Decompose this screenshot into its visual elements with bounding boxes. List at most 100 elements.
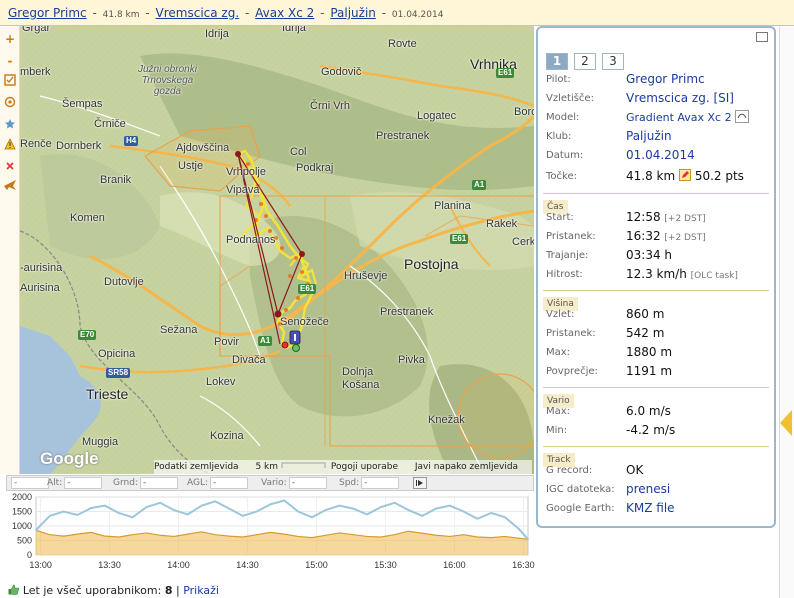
- place-podkraj: Podkraj: [296, 162, 334, 174]
- igc-download-link[interactable]: prenesi: [626, 480, 670, 499]
- show-likes-link[interactable]: Prikaži: [183, 584, 219, 597]
- landing-dst: [+2 DST]: [664, 233, 706, 243]
- points-value: 41.8 km 50.2 pts: [626, 167, 744, 186]
- points-value-text: 50.2 pts: [694, 169, 744, 183]
- altitude-chart[interactable]: 2000 1500 1000 500 013:00 13:30 14:00 14:30 15:0…: [0, 491, 540, 577]
- x-tick-label: 16:30: [512, 560, 535, 570]
- place-trieste: Trieste: [86, 386, 129, 402]
- launch-link[interactable]: Vremscica zg.: [156, 6, 240, 20]
- plane-icon[interactable]: [3, 178, 17, 192]
- kmz-file-link[interactable]: KMZ file: [626, 499, 675, 518]
- place-sempas: Šempas: [62, 98, 103, 110]
- place-col: Col: [290, 146, 307, 158]
- vario-label: Vario:: [261, 478, 287, 488]
- alt-value: -: [64, 477, 103, 489]
- launch-link[interactable]: Vremscica zg. [SI]: [626, 89, 734, 108]
- place-aurisina-1: -aurisina: [20, 262, 63, 274]
- altitude-point: [90, 507, 93, 509]
- x-tick-label: 13:30: [98, 560, 121, 570]
- place-crni-vrh: Črni Vrh: [310, 100, 350, 112]
- separator: -: [381, 6, 387, 20]
- map-data-link[interactable]: Podatki zemljevida: [154, 462, 239, 472]
- ground-label: Grnd:: [113, 478, 138, 488]
- altitude-point: [490, 512, 493, 514]
- map-view[interactable]: Grgar Idrija Rovte Idrija Vrhnika Godovi…: [20, 26, 534, 474]
- map-attribution: Podatki zemljevida 5 km Pogoji uporabe J…: [154, 460, 533, 474]
- zoom-out-icon[interactable]: -: [3, 54, 17, 68]
- altitude-point: [228, 507, 231, 510]
- place-ustje: Ustje: [178, 160, 204, 172]
- altitude-point: [462, 510, 465, 513]
- tab-1[interactable]: 1: [546, 53, 568, 70]
- altitude-point: [448, 504, 451, 507]
- road-shield-a1: A1: [472, 180, 487, 190]
- like-footer: Let je všeč uporabnikom: 8 | Prikaži: [8, 583, 219, 598]
- tab-3[interactable]: 3: [602, 53, 624, 70]
- flight-title-bar: Gregor Primc - 41.8 km - Vremscica zg. -…: [0, 0, 794, 26]
- model-link[interactable]: Gradient Avax Xc 2: [626, 108, 750, 127]
- report-error-link[interactable]: Javi napako zemljevida: [415, 462, 518, 472]
- layers-icon[interactable]: [3, 96, 17, 110]
- pilot-link[interactable]: Gregor Primc: [8, 6, 87, 20]
- altitude-point: [117, 512, 120, 514]
- avg-alt-label: Povprečje:: [546, 366, 598, 377]
- place-idrija: Idrija: [282, 26, 306, 34]
- thumbs-up-icon[interactable]: [8, 583, 23, 597]
- checkbox-icon[interactable]: [3, 74, 17, 88]
- zoom-in-icon[interactable]: +: [3, 32, 17, 46]
- max-alt-row: Max: 1880 m: [546, 343, 772, 362]
- date-value: 01.04.2014: [626, 148, 695, 162]
- agl-value: -: [210, 477, 249, 489]
- x-tick-label: 13:00: [29, 560, 52, 570]
- place-rovte: Rovte: [388, 38, 417, 50]
- pilot-row: Pilot: Gregor Primc: [546, 70, 772, 89]
- map-scale-label: 5 km: [255, 462, 279, 472]
- star-icon[interactable]: [3, 118, 17, 132]
- model-text: Gradient Avax Xc 2: [626, 111, 732, 124]
- distance-value: 41.8 km: [626, 169, 676, 183]
- altitude-point: [159, 501, 162, 504]
- road-shield-e61: E61: [496, 68, 515, 78]
- glider-link[interactable]: Avax Xc 2: [255, 6, 314, 20]
- club-link[interactable]: Paljužin: [626, 127, 672, 146]
- grecord-value: OK: [626, 463, 644, 477]
- place-grgar: Grgar: [22, 26, 51, 34]
- play-button[interactable]: [413, 477, 427, 489]
- club-label: Klub:: [546, 131, 572, 142]
- club-link[interactable]: Paljužin: [330, 6, 376, 20]
- landing-value: 16:32 [+2 DST]: [626, 227, 706, 248]
- warning-icon[interactable]: [3, 138, 17, 152]
- place-planina: Planina: [434, 200, 471, 212]
- altitude-section-header: Višina: [543, 290, 769, 311]
- model-label: Model:: [546, 112, 580, 123]
- terms-link[interactable]: Pogoji uporabe: [331, 462, 398, 472]
- place-dornberk: Dornberk: [56, 140, 102, 152]
- altitude-point: [297, 510, 299, 513]
- popout-icon[interactable]: [756, 32, 768, 42]
- tab-2[interactable]: 2: [574, 53, 596, 70]
- landing-row: Pristanek: 16:32 [+2 DST]: [546, 227, 772, 246]
- duration-value: 03:34 h: [626, 248, 673, 262]
- takeoff-alt-label: Vzlet:: [546, 309, 575, 320]
- time-section-header: Čas: [543, 193, 769, 214]
- ground-field: Grnd: -: [113, 477, 178, 489]
- ground-value: -: [139, 477, 178, 489]
- pilot-link[interactable]: Gregor Primc: [626, 70, 705, 89]
- landing-time: 16:32: [626, 229, 661, 243]
- start-row: Start: 12:58 [+2 DST]: [546, 208, 772, 227]
- altitude-point: [255, 510, 258, 513]
- place-knezak: Knežak: [428, 414, 465, 426]
- grecord-label: G record:: [546, 465, 593, 476]
- start-label: Start:: [546, 212, 574, 223]
- place-lokev: Lokev: [206, 376, 236, 388]
- y-tick-label: 2000: [12, 492, 32, 502]
- landing-alt-value: 542 m: [626, 326, 665, 340]
- google-logo: Google: [40, 449, 99, 468]
- launch-label: Vzletišče:: [546, 93, 594, 104]
- altitude-point: [517, 528, 520, 530]
- close-icon[interactable]: [3, 160, 17, 174]
- altitude-point: [435, 507, 437, 510]
- collapse-arrow-icon[interactable]: [780, 410, 792, 436]
- place-postojna: Postojna: [404, 256, 459, 272]
- road-shield-e61: E61: [450, 234, 469, 244]
